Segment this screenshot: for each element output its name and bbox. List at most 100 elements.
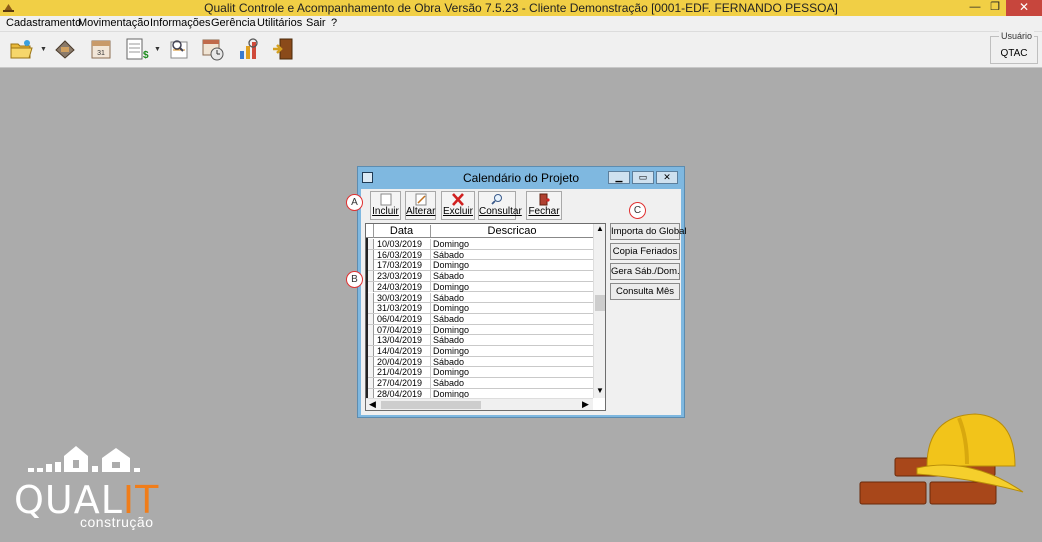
dialog-maximize-button[interactable]: ▭ [632, 171, 654, 184]
user-box: Usuário QTAC [990, 31, 1038, 64]
vertical-scroll-thumb[interactable] [595, 295, 605, 311]
cell-descricao: Sábado [430, 356, 464, 367]
cell-date: 14/04/2019 [377, 346, 423, 356]
menu-help[interactable]: ? [331, 17, 337, 29]
cell-date: 23/03/2019 [377, 271, 423, 282]
cell-descricao: Domingo [430, 367, 469, 378]
close-button[interactable]: ✕ [1006, 0, 1042, 16]
table-row[interactable]: 06/04/2019 Sábado [366, 313, 593, 325]
cell-descricao: Sábado [430, 378, 464, 389]
tools-icon[interactable] [52, 36, 78, 62]
incluir-button[interactable]: Incluir [370, 191, 401, 220]
cell-descricao: Sábado [430, 292, 464, 303]
table-row[interactable]: 07/04/2019 Domingo [366, 324, 593, 336]
scroll-down-icon[interactable]: ▼ [594, 386, 605, 395]
svg-text:31: 31 [97, 50, 105, 57]
menu-informacoes[interactable]: Informações [150, 17, 211, 29]
importa-global-button[interactable]: Importa do Global [610, 223, 687, 240]
header-indicator [366, 224, 374, 238]
cell-descricao: Domingo [430, 281, 469, 292]
main-titlebar: Qualit Controle e Acompanhamento de Obra… [0, 0, 1042, 16]
main-toolbar: ▼ 31 $ ▼ [0, 32, 1042, 68]
horizontal-scrollbar[interactable]: ◀ ▶ [366, 398, 593, 410]
helmet-bricks-icon [859, 413, 1024, 505]
window-title: Qualit Controle e Acompanhamento de Obra… [204, 1, 838, 15]
chart-icon[interactable] [235, 36, 261, 62]
alterar-button[interactable]: Alterar [405, 191, 436, 220]
menu-utilitarios[interactable]: Utilitários [257, 17, 302, 29]
horizontal-scroll-thumb[interactable] [381, 401, 481, 409]
cell-descricao: Domingo [430, 324, 469, 335]
table-row[interactable]: 23/03/2019 Sábado [366, 271, 593, 282]
cell-descricao: Sábado [430, 313, 464, 324]
cell-descricao: Domingo [430, 303, 469, 314]
spreadsheet-money-icon[interactable]: $ [123, 36, 149, 62]
table-row[interactable]: 16/03/2019 Sábado [366, 249, 593, 261]
consultar-button[interactable]: Consultar [478, 191, 522, 220]
consulta-mes-button[interactable]: Consulta Mês [610, 283, 680, 300]
table-row[interactable]: 30/03/2019 Sábado [366, 292, 593, 304]
dialog-minimize-button[interactable]: ▁ [608, 171, 630, 184]
gera-sab-dom-button[interactable]: Gera Sáb./Dom. [610, 263, 680, 280]
table-row[interactable]: 17/03/2019 Domingo [366, 260, 593, 272]
exit-door-icon[interactable] [270, 36, 296, 62]
houses-logo-icon [28, 446, 140, 472]
cell-date: 20/04/2019 [377, 356, 423, 367]
cell-date: 24/03/2019 [377, 281, 423, 292]
table-row[interactable]: 21/04/2019 Domingo [366, 367, 593, 379]
exit-door-icon [539, 193, 550, 206]
table-row[interactable]: 10/03/2019 Domingo [366, 239, 593, 250]
excluir-button[interactable]: Excluir [441, 191, 475, 220]
table-row[interactable]: 20/04/2019 Sábado [366, 356, 593, 368]
annotation-c: C [629, 202, 646, 219]
cell-date: 21/04/2019 [377, 367, 423, 378]
delete-x-icon [452, 193, 464, 206]
vertical-scrollbar[interactable]: ▲ ▼ [593, 224, 605, 398]
svg-text:$: $ [143, 50, 149, 61]
search-report-icon[interactable] [166, 36, 192, 62]
fechar-button[interactable]: Fechar [526, 191, 562, 220]
incluir-label: Incluir [372, 206, 399, 217]
folder-open-icon[interactable] [8, 36, 34, 62]
menu-sair[interactable]: Sair [306, 17, 326, 29]
calendar-grid[interactable]: Data Descricao 10/03/2019 Domingo 16/03/20… [365, 223, 606, 411]
grid-row-indicator-bar [366, 238, 368, 410]
cell-date: 07/04/2019 [377, 324, 423, 335]
table-row[interactable]: 24/03/2019 Domingo [366, 281, 593, 293]
dropdown-arrow-icon[interactable]: ▼ [154, 46, 161, 53]
dialog-titlebar: Calendário do Projeto ▁ ▭ ✕ [358, 167, 684, 189]
cell-descricao: Sábado [430, 335, 464, 346]
cell-date: 30/03/2019 [377, 292, 423, 303]
calendar-clock-icon[interactable] [200, 36, 226, 62]
magnifier-icon [491, 194, 502, 205]
menu-gerencia[interactable]: Gerência [211, 17, 256, 29]
calendar-icon[interactable]: 31 [88, 36, 114, 62]
restore-button[interactable]: ❐ [982, 0, 1008, 16]
logo-subtitle: construção [80, 514, 154, 530]
table-row[interactable]: 14/04/2019 Domingo [366, 346, 593, 357]
user-value: QTAC [1000, 48, 1028, 59]
dropdown-arrow-icon[interactable]: ▼ [40, 46, 47, 53]
menu-movimentacao[interactable]: Movimentação [78, 17, 150, 29]
cell-date: 17/03/2019 [377, 260, 423, 271]
table-row[interactable]: 31/03/2019 Domingo [366, 303, 593, 314]
menu-bar: Cadastramento Movimentação Informações G… [0, 16, 1042, 32]
edit-document-icon [415, 193, 426, 206]
scroll-right-icon[interactable]: ▶ [582, 399, 589, 410]
cell-date: 31/03/2019 [377, 303, 423, 314]
cell-date: 27/04/2019 [377, 378, 423, 389]
table-row[interactable]: 27/04/2019 Sábado [366, 378, 593, 389]
cell-date: 16/03/2019 [377, 249, 423, 260]
menu-cadastramento[interactable]: Cadastramento [6, 17, 81, 29]
dialog-close-button[interactable]: ✕ [656, 171, 678, 184]
new-document-icon [380, 193, 391, 206]
cell-descricao: Sábado [430, 249, 464, 260]
table-row[interactable]: 13/04/2019 Sábado [366, 335, 593, 346]
scroll-up-icon[interactable]: ▲ [594, 224, 605, 233]
header-descricao[interactable]: Descricao [430, 225, 593, 237]
scroll-left-icon[interactable]: ◀ [369, 399, 376, 410]
header-data[interactable]: Data [374, 225, 429, 237]
qualit-logo: QUALIT construção [14, 440, 174, 532]
user-label: Usuário [999, 31, 1035, 41]
copia-feriados-button[interactable]: Copia Feriados [610, 243, 680, 260]
